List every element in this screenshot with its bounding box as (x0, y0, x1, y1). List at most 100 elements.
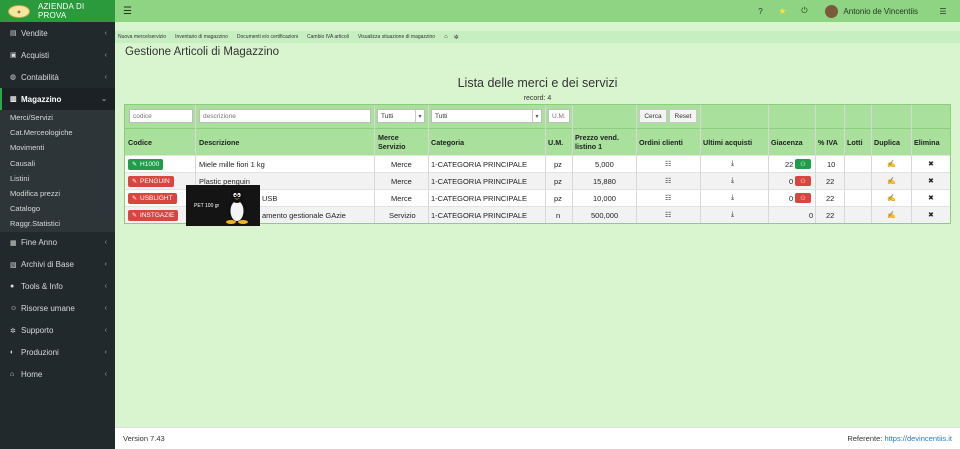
avatar[interactable] (825, 4, 839, 18)
download-icon[interactable]: ⤓ (731, 160, 734, 168)
chevron-left-icon: ‹ (104, 349, 107, 356)
chevron-left-icon: ‹ (104, 283, 107, 290)
list-icon[interactable]: ☷ (665, 160, 671, 168)
sidebar-item-vendite[interactable]: ▤ Vendite ‹ (0, 22, 115, 44)
download-icon[interactable]: ⤓ (731, 177, 734, 185)
duplicate-icon[interactable]: ✍ (887, 194, 896, 202)
download-icon[interactable]: ⤓ (731, 194, 734, 202)
production-icon: ◐ (10, 349, 15, 356)
penguin-icon (226, 189, 248, 224)
list-icon[interactable]: ☷ (665, 194, 671, 202)
sidebar-item-acquisti[interactable]: ▣ Acquisti ‹ (0, 44, 115, 66)
subnav-link-inventario[interactable]: Inventario di magazzino (175, 34, 228, 40)
product-code: PENGUIN (140, 178, 170, 185)
product-code-button[interactable]: ✎ H1000 (128, 159, 164, 170)
subnav-link-nuova-merce[interactable]: Nuova merce/servizio (118, 34, 166, 40)
product-um: pz (554, 194, 562, 203)
sidebar-item-risorse-umane[interactable]: ☺ Risorse umane ‹ (0, 298, 115, 320)
submenu-item-modifica-prezzi[interactable]: Modifica prezzi (0, 186, 115, 201)
sidebar-item-label: Fine Anno (21, 238, 58, 247)
archive-icon: ▧ (10, 261, 17, 269)
submenu-item-listini[interactable]: Listini (0, 171, 115, 186)
sidebar-item-tools-info[interactable]: ● Tools & Info ‹ (0, 276, 115, 298)
submenu-item-merci-servizi[interactable]: Merci/Servizi (0, 110, 115, 125)
stock-quantity: 22 (785, 160, 794, 169)
descrizione-filter-input[interactable] (199, 109, 371, 123)
help-icon[interactable]: ? (749, 7, 771, 16)
duplicate-icon[interactable]: ✍ (887, 160, 896, 168)
um-filter-input[interactable] (548, 109, 570, 123)
sidebar-item-label: Supporto (21, 326, 54, 335)
chevron-left-icon: ‹ (104, 327, 107, 334)
subnav-link-documenti[interactable]: Documenti e/o certificazioni (237, 34, 298, 40)
list-icon[interactable]: ☷ (665, 177, 671, 185)
column-header-prezzo[interactable]: Prezzo vend. (575, 133, 619, 142)
reset-button[interactable]: Reset (669, 109, 697, 123)
product-code-button[interactable]: ✎ INSTGAZIE (128, 210, 179, 221)
download-icon[interactable]: ⤓ (731, 211, 734, 219)
stock-button[interactable]: ⚇ (795, 193, 811, 203)
codice-filter-input[interactable] (129, 109, 193, 123)
company-logo: ◉ (8, 4, 30, 18)
edit-icon: ✎ (132, 213, 138, 219)
edit-icon: ✎ (132, 162, 138, 168)
product-um: pz (554, 160, 562, 169)
categoria-filter-select[interactable]: Tutti ▾ (431, 109, 542, 123)
delete-icon[interactable]: ✖ (928, 177, 934, 185)
submenu-item-causali[interactable]: Causali (0, 156, 115, 171)
subnav-link-situazione-magazzino[interactable]: Visualizza situazione di magazzino (358, 34, 435, 40)
options-menu-icon[interactable]: ☰ (932, 7, 954, 16)
product-price: 15,880 (593, 177, 616, 186)
stock-quantity: 0 (789, 177, 794, 186)
column-header-codice[interactable]: Codice (128, 138, 152, 147)
power-icon[interactable]: ⏻ (793, 6, 815, 16)
product-code-button[interactable]: ✎ USBLIGHT (128, 193, 177, 204)
delete-icon[interactable]: ✖ (928, 160, 934, 168)
submenu-item-movimenti[interactable]: Movimenti (0, 140, 115, 155)
column-header-merce[interactable]: Merce (378, 133, 399, 142)
sidebar-item-home[interactable]: ⌂ Home ‹ (0, 364, 115, 386)
column-header-categoria[interactable]: Categoria (431, 138, 464, 147)
user-name[interactable]: Antonio de Vincentiis (843, 7, 918, 16)
column-header-listino[interactable]: listino 1 (575, 142, 602, 151)
search-button[interactable]: Cerca (639, 109, 667, 123)
column-header-servizio[interactable]: Servizio (378, 142, 406, 151)
column-header-um[interactable]: U.M. (548, 138, 563, 147)
list-title: Lista delle merci e dei servizi (457, 76, 618, 90)
menu-toggle-icon[interactable]: ☰ (123, 6, 132, 17)
stock-button[interactable]: ⚇ (795, 176, 811, 186)
referente-link[interactable]: https://devincentiis.it (884, 434, 952, 443)
sidebar-item-contabilita[interactable]: ◍ Contabilità ‹ (0, 66, 115, 88)
stock-button[interactable]: ⚇ (795, 159, 811, 169)
delete-icon[interactable]: ✖ (928, 194, 934, 202)
duplicate-icon[interactable]: ✍ (887, 177, 896, 185)
chevron-left-icon: ‹ (104, 371, 107, 378)
product-category: 1-CATEGORIA PRINCIPALE (431, 160, 527, 169)
column-header-ordini: Ordini clienti (639, 138, 683, 147)
product-code-button[interactable]: ✎ PENGUIN (128, 176, 174, 187)
column-header-giacenza: Giacenza (771, 138, 803, 147)
vat-rate: 22 (826, 194, 835, 203)
home-icon[interactable]: ⌂ (444, 34, 448, 40)
sidebar-item-fine-anno[interactable]: ▦ Fine Anno ‹ (0, 232, 115, 254)
list-icon[interactable]: ☷ (665, 211, 671, 219)
submenu-item-catalogo[interactable]: Catalogo (0, 201, 115, 216)
delete-icon[interactable]: ✖ (928, 211, 934, 219)
product-category: 1-CATEGORIA PRINCIPALE (431, 194, 527, 203)
gear-icon[interactable]: ✲ (454, 34, 459, 41)
submenu-item-cat-merceologiche[interactable]: Cat.Merceologiche (0, 125, 115, 140)
subnav-link-cambio-iva[interactable]: Cambio IVA articoli (307, 34, 349, 40)
sidebar-item-magazzino[interactable]: ▥ Magazzino ⌄ (0, 88, 115, 110)
column-header-iva[interactable]: % IVA (818, 138, 838, 147)
submenu-item-raggr-statistici[interactable]: Raggr.Statistici (0, 216, 115, 231)
column-header-descrizione[interactable]: Descrizione (199, 138, 239, 147)
sidebar-item-produzioni[interactable]: ◐ Produzioni ‹ (0, 342, 115, 364)
brand[interactable]: ◉ AZIENDA DI PROVA (0, 0, 115, 22)
invoice-icon: ▤ (10, 30, 17, 37)
star-icon[interactable]: ★ (771, 6, 793, 17)
table-row: ✎ H1000 Miele mille fiori 1 kg Merce 1-CA… (125, 155, 950, 172)
duplicate-icon[interactable]: ✍ (887, 211, 896, 219)
sidebar-item-supporto[interactable]: ✲ Supporto ‹ (0, 320, 115, 342)
tipo-filter-select[interactable]: Tutti ▾ (377, 109, 425, 123)
sidebar-item-archivi-di-base[interactable]: ▧ Archivi di Base ‹ (0, 254, 115, 276)
